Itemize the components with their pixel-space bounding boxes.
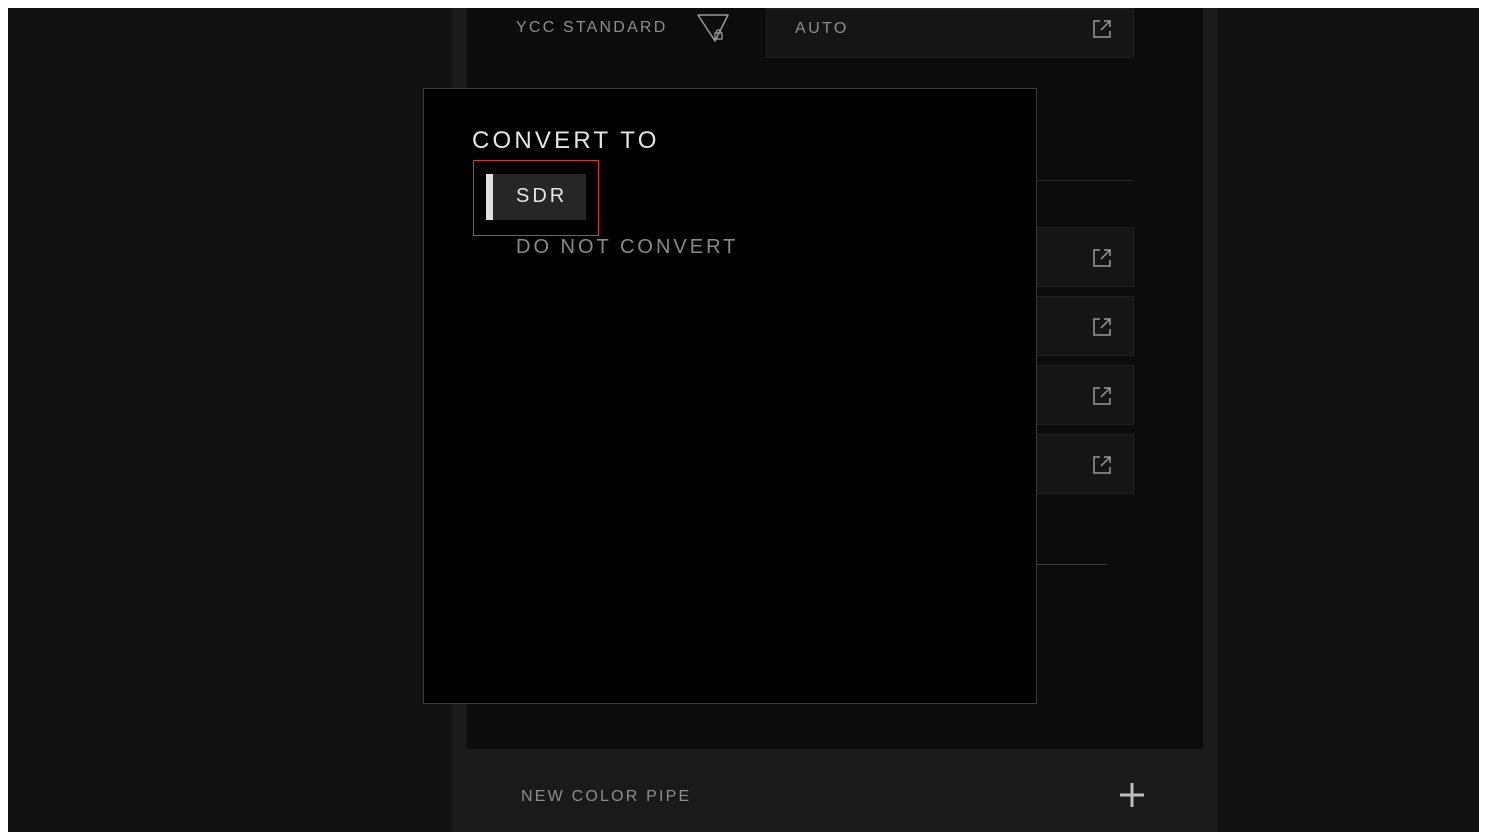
dialog-title: CONVERT TO <box>472 127 660 154</box>
new-color-pipe-label[interactable]: NEW COLOR PIPE <box>521 788 691 806</box>
external-link-icon[interactable] <box>1091 454 1113 476</box>
plus-icon[interactable] <box>1117 780 1147 810</box>
external-link-icon[interactable] <box>1091 385 1113 407</box>
ycc-standard-value: AUTO <box>795 20 849 37</box>
ycc-standard-field[interactable]: AUTO <box>766 8 1134 58</box>
external-link-icon[interactable] <box>1091 316 1113 338</box>
external-link-icon[interactable] <box>1091 247 1113 269</box>
external-link-icon[interactable] <box>1091 18 1113 40</box>
option-sdr[interactable]: SDR <box>486 174 586 220</box>
selected-indicator <box>486 174 493 220</box>
shield-lock-icon <box>697 14 729 42</box>
option-do-not-convert[interactable]: DO NOT CONVERT <box>516 236 738 259</box>
convert-to-dialog: CONVERT TO SDR DO NOT CONVERT <box>423 88 1037 704</box>
option-label: SDR <box>516 185 568 207</box>
ycc-standard-label: YCC STANDARD <box>516 19 668 36</box>
